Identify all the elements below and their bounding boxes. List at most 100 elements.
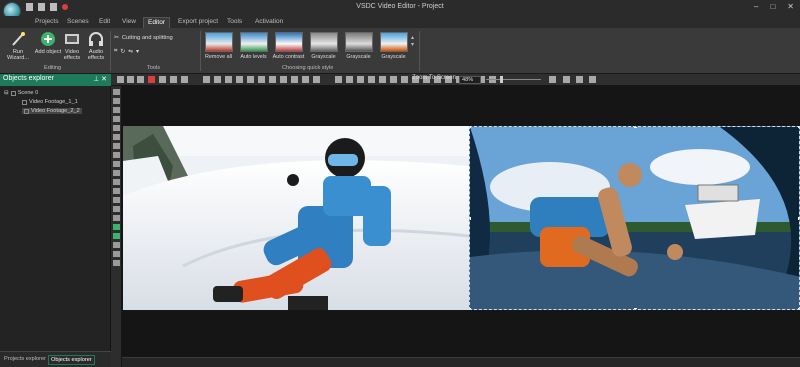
tree-scene[interactable]: ⊟ Scene 0 <box>4 90 38 96</box>
grid-icon[interactable] <box>127 76 134 83</box>
align-left-icon[interactable] <box>203 76 210 83</box>
rotate-icon[interactable]: ↻ <box>120 49 125 55</box>
resize-handle[interactable] <box>470 217 471 220</box>
tab-edit[interactable]: Edit <box>95 17 114 28</box>
pointer-icon[interactable] <box>112 89 120 95</box>
quick-style-auto-contrast[interactable]: Auto contrast <box>272 32 305 60</box>
objects-explorer-panel: ⊟ Scene 0 Video Footage_1_1 Video Footag… <box>0 86 111 351</box>
subtitle-icon[interactable] <box>112 161 120 167</box>
rectangle-icon[interactable] <box>112 98 120 104</box>
resize-handle[interactable] <box>634 308 637 309</box>
flip-icon[interactable]: ⇋ <box>128 49 133 55</box>
tree-item-video-2[interactable]: Video Footage_2_2 <box>22 108 82 114</box>
timeline-strip[interactable] <box>122 357 800 367</box>
center-icon[interactable] <box>291 76 298 83</box>
sprite-icon[interactable] <box>112 179 120 185</box>
align-bottom-icon[interactable] <box>258 76 265 83</box>
settings-icon[interactable] <box>576 76 583 83</box>
audio-icon[interactable] <box>112 152 120 158</box>
audio-effects-button[interactable]: Audio effects <box>81 31 111 61</box>
cut-icon[interactable] <box>159 76 166 83</box>
resize-handle[interactable] <box>470 127 471 128</box>
quick-style-grayscale-2[interactable]: Grayscale <box>342 32 375 60</box>
stretch-icon[interactable] <box>280 76 287 83</box>
minimize-icon[interactable]: – <box>754 2 758 11</box>
quick-style-scroll-icon[interactable]: ▴ ▾ <box>411 34 414 48</box>
close-icon[interactable]: ✕ <box>787 2 794 11</box>
group-icon[interactable] <box>379 76 386 83</box>
remove-all-thumb <box>204 32 233 52</box>
tab-objects-explorer[interactable]: Objects explorer <box>48 355 95 365</box>
zoom-slider[interactable] <box>486 76 541 83</box>
crop-icon[interactable]: ⌗ <box>114 48 117 55</box>
align-center-icon[interactable] <box>214 76 221 83</box>
bring-front-icon[interactable] <box>357 76 364 83</box>
zoom-icon[interactable] <box>112 215 120 221</box>
video-icon[interactable] <box>112 143 120 149</box>
vsdc-window: VSDC Video Editor - Project – □ ✕ Projec… <box>0 0 800 367</box>
zoom-select[interactable]: 48% <box>459 76 481 84</box>
quick-style-grayscale-3[interactable]: Grayscale <box>377 32 410 60</box>
tab-view[interactable]: View <box>118 17 140 28</box>
move-down-icon[interactable] <box>346 76 353 83</box>
fit-icon[interactable] <box>269 76 276 83</box>
scene-canvas[interactable] <box>122 86 800 357</box>
tab-activation[interactable]: Activation <box>251 17 287 28</box>
redo-icon[interactable] <box>181 76 188 83</box>
distribute-icon[interactable] <box>302 76 309 83</box>
edit-toolbar: Zoom To Screen 48% <box>111 74 800 86</box>
maximize-icon[interactable]: □ <box>770 2 775 11</box>
line-icon[interactable] <box>112 116 120 122</box>
tab-editor[interactable]: Editor <box>143 17 170 28</box>
text-icon[interactable] <box>112 125 120 131</box>
select-icon[interactable] <box>117 76 124 83</box>
align-middle-icon[interactable] <box>247 76 254 83</box>
zoom-in-icon[interactable] <box>549 76 556 83</box>
transitions-icon[interactable] <box>112 251 120 257</box>
quick-style-grayscale-1[interactable]: Grayscale <box>307 32 340 60</box>
pin-icon[interactable]: ⊥ ✕ <box>93 75 107 83</box>
video-footage-1-preview[interactable] <box>123 126 469 310</box>
movement-icon[interactable] <box>112 224 120 230</box>
grayscale-thumb <box>379 32 408 52</box>
add-effect-icon[interactable] <box>112 233 120 239</box>
tools-dropdown-icon[interactable]: ▾ <box>136 49 139 55</box>
delete-icon[interactable] <box>148 76 155 83</box>
chart-icon[interactable] <box>112 170 120 176</box>
move-icon[interactable] <box>112 260 120 266</box>
lock-icon[interactable] <box>401 76 408 83</box>
move-up-icon[interactable] <box>335 76 342 83</box>
explorer-bottom-tabs: Projects explorer Objects explorer <box>0 351 111 367</box>
undo-icon[interactable] <box>170 76 177 83</box>
tab-tools[interactable]: Tools <box>223 17 246 28</box>
run-wizard-button[interactable]: Run Wizard... <box>3 31 33 61</box>
collapse-icon[interactable]: ⊟ <box>4 90 9 96</box>
tree-item-video-1[interactable]: Video Footage_1_1 <box>22 99 78 105</box>
effects-icon[interactable] <box>112 242 120 248</box>
align-top-icon[interactable] <box>236 76 243 83</box>
video-footage-2-preview[interactable] <box>469 126 800 310</box>
animation-icon[interactable] <box>112 206 120 212</box>
image-icon[interactable] <box>112 134 120 140</box>
auto-contrast-thumb <box>274 32 303 52</box>
ungroup-icon[interactable] <box>390 76 397 83</box>
snapshot-icon[interactable] <box>563 76 570 83</box>
tab-export-project[interactable]: Export project <box>174 17 222 28</box>
mask-icon[interactable] <box>112 188 120 194</box>
resize-handle[interactable] <box>634 127 637 128</box>
tab-projects-explorer[interactable]: Projects explorer <box>2 355 48 363</box>
resize-handle[interactable] <box>470 308 471 309</box>
more-icon[interactable] <box>589 76 596 83</box>
tab-projects[interactable]: Projects <box>31 17 62 28</box>
align-right-icon[interactable] <box>225 76 232 83</box>
quick-style-remove-all[interactable]: Remove all <box>202 32 235 60</box>
cutting-splitting-button[interactable]: ✂ Cutting and splitting <box>114 35 173 41</box>
copy-icon[interactable] <box>137 76 144 83</box>
position-icon[interactable] <box>313 76 320 83</box>
headphones-icon <box>89 32 103 46</box>
ellipse-icon[interactable] <box>112 107 120 113</box>
send-back-icon[interactable] <box>368 76 375 83</box>
free-shape-icon[interactable] <box>112 197 120 203</box>
tab-scenes[interactable]: Scenes <box>63 17 93 28</box>
quick-style-auto-levels[interactable]: Auto levels <box>237 32 270 60</box>
